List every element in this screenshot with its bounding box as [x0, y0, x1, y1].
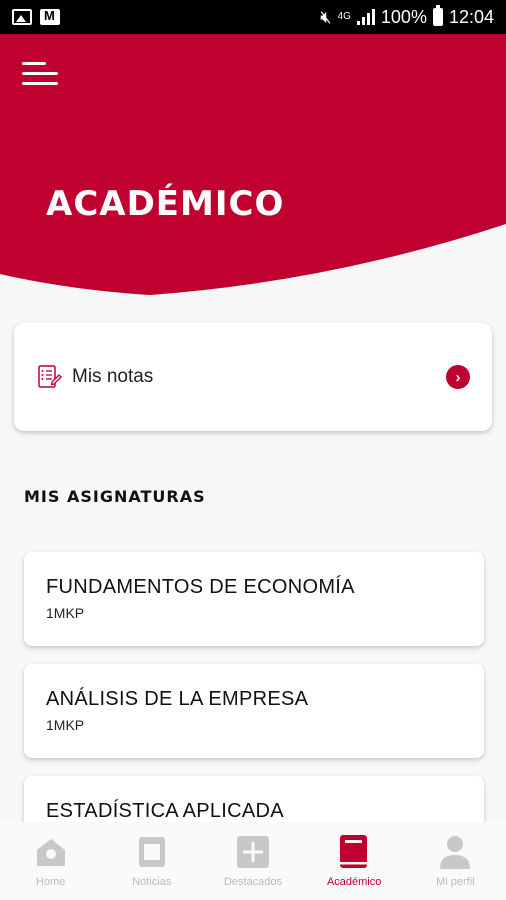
user-icon	[438, 834, 472, 870]
header-background	[0, 34, 506, 295]
news-icon	[137, 834, 167, 870]
page-header: ACADÉMICO	[0, 34, 506, 296]
nav-label: Noticias	[132, 876, 172, 888]
nav-label: Mi perfil	[436, 876, 475, 888]
menu-button[interactable]	[22, 60, 58, 88]
chevron-right-icon[interactable]: ›	[446, 365, 470, 389]
mis-notas-label: Mis notas	[72, 366, 154, 387]
nav-item-home[interactable]: Home	[1, 834, 101, 888]
menu-line	[22, 72, 58, 75]
nav-item-academico[interactable]: Académico	[304, 834, 404, 888]
bottom-navigation: Home Noticias Destacados Académico Mi pe…	[0, 822, 506, 900]
course-code: 1MKP	[46, 605, 85, 621]
nav-label: Home	[35, 876, 66, 888]
grades-document-icon	[38, 365, 62, 388]
nav-item-noticias[interactable]: Noticias	[102, 834, 202, 888]
mail-notification-icon	[40, 8, 60, 25]
status-right: 🔇︎ 4G 100% 12:04	[320, 5, 494, 28]
menu-line	[22, 62, 46, 65]
book-icon	[338, 834, 370, 870]
nav-item-destacados[interactable]: Destacados	[203, 834, 303, 888]
menu-line	[22, 82, 58, 85]
course-code: 1MKP	[46, 717, 85, 733]
nav-label: Destacados	[223, 876, 283, 888]
network-type: 4G	[337, 11, 351, 22]
status-bar: 🔇︎ 4G 100% 12:04	[0, 0, 506, 34]
course-card[interactable]: ANÁLISIS DE LA EMPRESA 1MKP	[24, 664, 484, 758]
home-icon	[34, 834, 68, 870]
signal-icon	[356, 9, 375, 25]
section-title-asignaturas: MIS ASIGNATURAS	[24, 487, 206, 506]
mis-notas-card[interactable]: Mis notas ›	[14, 323, 492, 431]
mute-icon: 🔇︎	[320, 6, 332, 27]
battery-icon	[432, 5, 443, 26]
course-name: FUNDAMENTOS DE ECONOMÍA	[46, 576, 355, 598]
nav-item-mi-perfil[interactable]: Mi perfil	[405, 834, 505, 888]
course-name: ESTADÍSTICA APLICADA	[46, 800, 284, 822]
course-card[interactable]: FUNDAMENTOS DE ECONOMÍA 1MKP	[24, 552, 484, 646]
course-name: ANÁLISIS DE LA EMPRESA	[46, 688, 309, 710]
status-left	[12, 8, 60, 25]
nav-label: Académico	[326, 876, 382, 888]
page-title: ACADÉMICO	[46, 184, 285, 224]
battery-percent: 100%	[380, 6, 427, 27]
plus-icon	[236, 834, 270, 870]
clock: 12:04	[448, 6, 494, 27]
gallery-notification-icon	[12, 9, 32, 25]
